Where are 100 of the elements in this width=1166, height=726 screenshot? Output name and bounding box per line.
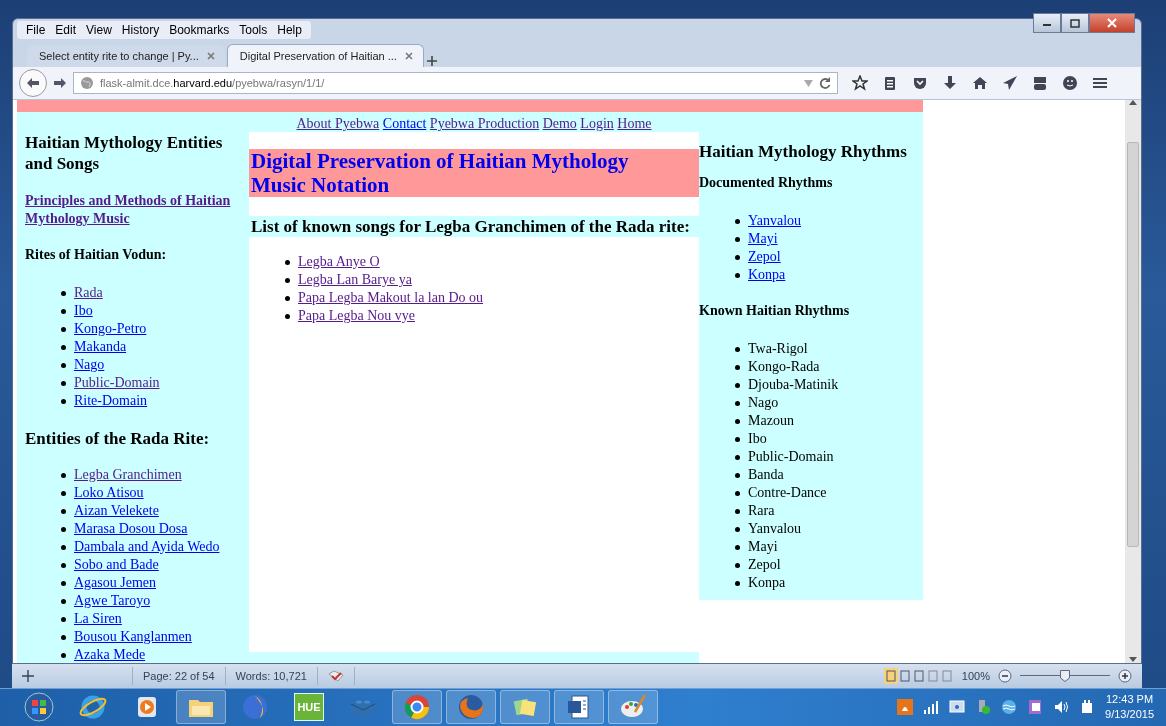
signal-icon[interactable] <box>923 699 940 716</box>
link[interactable]: Papa Legba Nou vye <box>298 307 416 325</box>
monitor-icon[interactable] <box>949 699 966 716</box>
link[interactable]: Mayi <box>748 230 778 248</box>
link[interactable]: Legba Lan Barye ya <box>298 271 412 289</box>
link[interactable]: Home <box>617 116 652 131</box>
browser-tab[interactable]: Select entity rite to change | Py... <box>27 45 225 67</box>
link[interactable]: Zepol <box>748 248 781 266</box>
close-button[interactable] <box>1089 13 1135 33</box>
bullet <box>61 326 66 332</box>
zoom-out-icon[interactable] <box>998 668 1012 683</box>
browser-tab[interactable]: Digital Preservation of Haitian ... <box>226 44 424 67</box>
link[interactable]: Demo <box>542 116 577 131</box>
section-heading: Entities of the Rada Rite: <box>25 428 211 449</box>
bullet <box>61 526 66 532</box>
link[interactable]: Agwe Taroyo <box>74 592 151 610</box>
link[interactable]: Makanda <box>74 338 127 356</box>
menu-item[interactable]: View <box>81 21 117 39</box>
link[interactable]: Contact <box>382 116 427 131</box>
note-app-icon[interactable] <box>1027 699 1044 716</box>
flame-app-icon[interactable] <box>897 699 914 716</box>
link[interactable]: Azaka Mede <box>74 646 146 663</box>
forward-icon[interactable] <box>53 77 67 89</box>
bullet <box>285 277 290 283</box>
menu-icon[interactable] <box>1092 75 1108 91</box>
link[interactable]: Principles and Methods of Haitian Mythology Music <box>25 192 240 228</box>
link[interactable]: Rite-Domain <box>74 392 148 410</box>
link[interactable]: Yanvalou <box>748 212 802 230</box>
link[interactable]: About Pyebwa <box>296 116 380 131</box>
link[interactable]: Dambala and Ayida Wedo <box>74 538 220 556</box>
link[interactable]: La Siren <box>74 610 122 628</box>
back-arrow-icon <box>26 77 40 89</box>
link[interactable]: Konpa <box>748 266 786 284</box>
bullet <box>735 508 740 514</box>
clock-time: 12:43 PM <box>1106 692 1154 708</box>
link[interactable]: Nago <box>74 356 105 374</box>
new-tab-icon[interactable] <box>425 55 438 67</box>
minimize-button[interactable] <box>1033 13 1061 33</box>
home-icon[interactable] <box>972 75 988 91</box>
list-item: Twa-Rigol <box>748 340 808 358</box>
list-item: Mazoun <box>748 412 794 430</box>
bullet <box>285 259 290 265</box>
star-icon[interactable] <box>852 75 868 91</box>
send-icon[interactable] <box>1002 75 1018 91</box>
zoom-level[interactable]: 100% <box>961 669 990 682</box>
clock[interactable]: 12:43 PM 9/13/2015 <box>1105 692 1154 723</box>
scrollbar[interactable] <box>1125 100 1141 663</box>
maximize-button[interactable] <box>1061 13 1089 33</box>
link[interactable]: Bousou Kanglanmen <box>74 628 192 646</box>
clipboard-icon[interactable] <box>882 75 898 91</box>
section-heading: Haitian Mythology Rhythms <box>699 141 908 162</box>
list-item: Konpa <box>748 574 786 592</box>
waves-icon[interactable] <box>1001 699 1018 716</box>
zoom-in-icon[interactable] <box>1118 668 1132 683</box>
link[interactable]: Ibo <box>74 302 93 320</box>
bullet <box>735 236 740 242</box>
list-item: Kongo-Rada <box>748 358 820 376</box>
bullet <box>285 313 290 319</box>
bullet <box>735 544 740 550</box>
link[interactable]: Login <box>580 116 614 131</box>
page-count[interactable]: Page: 22 of 54 <box>133 666 226 685</box>
link[interactable]: Legba Anye O <box>298 253 380 271</box>
bullet <box>735 254 740 260</box>
reload-icon[interactable] <box>819 77 831 89</box>
pocket-icon[interactable] <box>912 75 928 91</box>
bullet <box>61 580 66 586</box>
address-bar[interactable]: flask-almit.dce.harvard.edu/pyebwa/rasyn/1/1/ <box>73 72 838 94</box>
menu-item[interactable]: Help <box>272 21 307 39</box>
bullet <box>61 308 66 314</box>
menu-item[interactable]: Edit <box>50 21 82 39</box>
chat-icon[interactable] <box>1062 75 1078 91</box>
slider-thumb[interactable] <box>1060 669 1070 682</box>
back-button[interactable] <box>19 69 47 97</box>
link[interactable]: Legba Granchimen <box>74 466 182 484</box>
menu-item[interactable]: File <box>21 21 51 39</box>
link[interactable]: Loko Atisou <box>74 484 144 502</box>
close-icon[interactable] <box>404 52 413 60</box>
download-icon[interactable] <box>942 75 958 91</box>
link[interactable]: Marasa Dosou Dosa <box>74 520 188 538</box>
link[interactable]: Kongo-Petro <box>74 320 147 338</box>
menu-item[interactable]: Bookmarks <box>164 21 235 39</box>
word-count[interactable]: Words: 10,721 <box>225 666 318 685</box>
menu-item[interactable]: History <box>116 21 165 39</box>
video-site-icon[interactable] <box>1032 75 1048 91</box>
link[interactable]: Papa Legba Makout la lan Do ou <box>298 289 484 307</box>
link[interactable]: Agasou Jemen <box>74 574 157 592</box>
bullet <box>61 490 66 496</box>
bullet <box>61 290 66 296</box>
bullet <box>735 490 740 496</box>
close-icon[interactable] <box>206 52 215 60</box>
menu-item[interactable]: Tools <box>234 21 273 39</box>
bullet <box>735 436 740 442</box>
link[interactable]: Sobo and Bade <box>74 556 159 574</box>
link[interactable]: Aizan Velekete <box>74 502 159 520</box>
link[interactable]: Rada <box>74 284 103 302</box>
start-orb-icon[interactable] <box>24 692 54 723</box>
bullet <box>735 472 740 478</box>
link[interactable]: Public-Domain <box>74 374 160 392</box>
list-item: Public-Domain <box>748 448 834 466</box>
link[interactable]: Pyebwa Production <box>429 116 540 131</box>
